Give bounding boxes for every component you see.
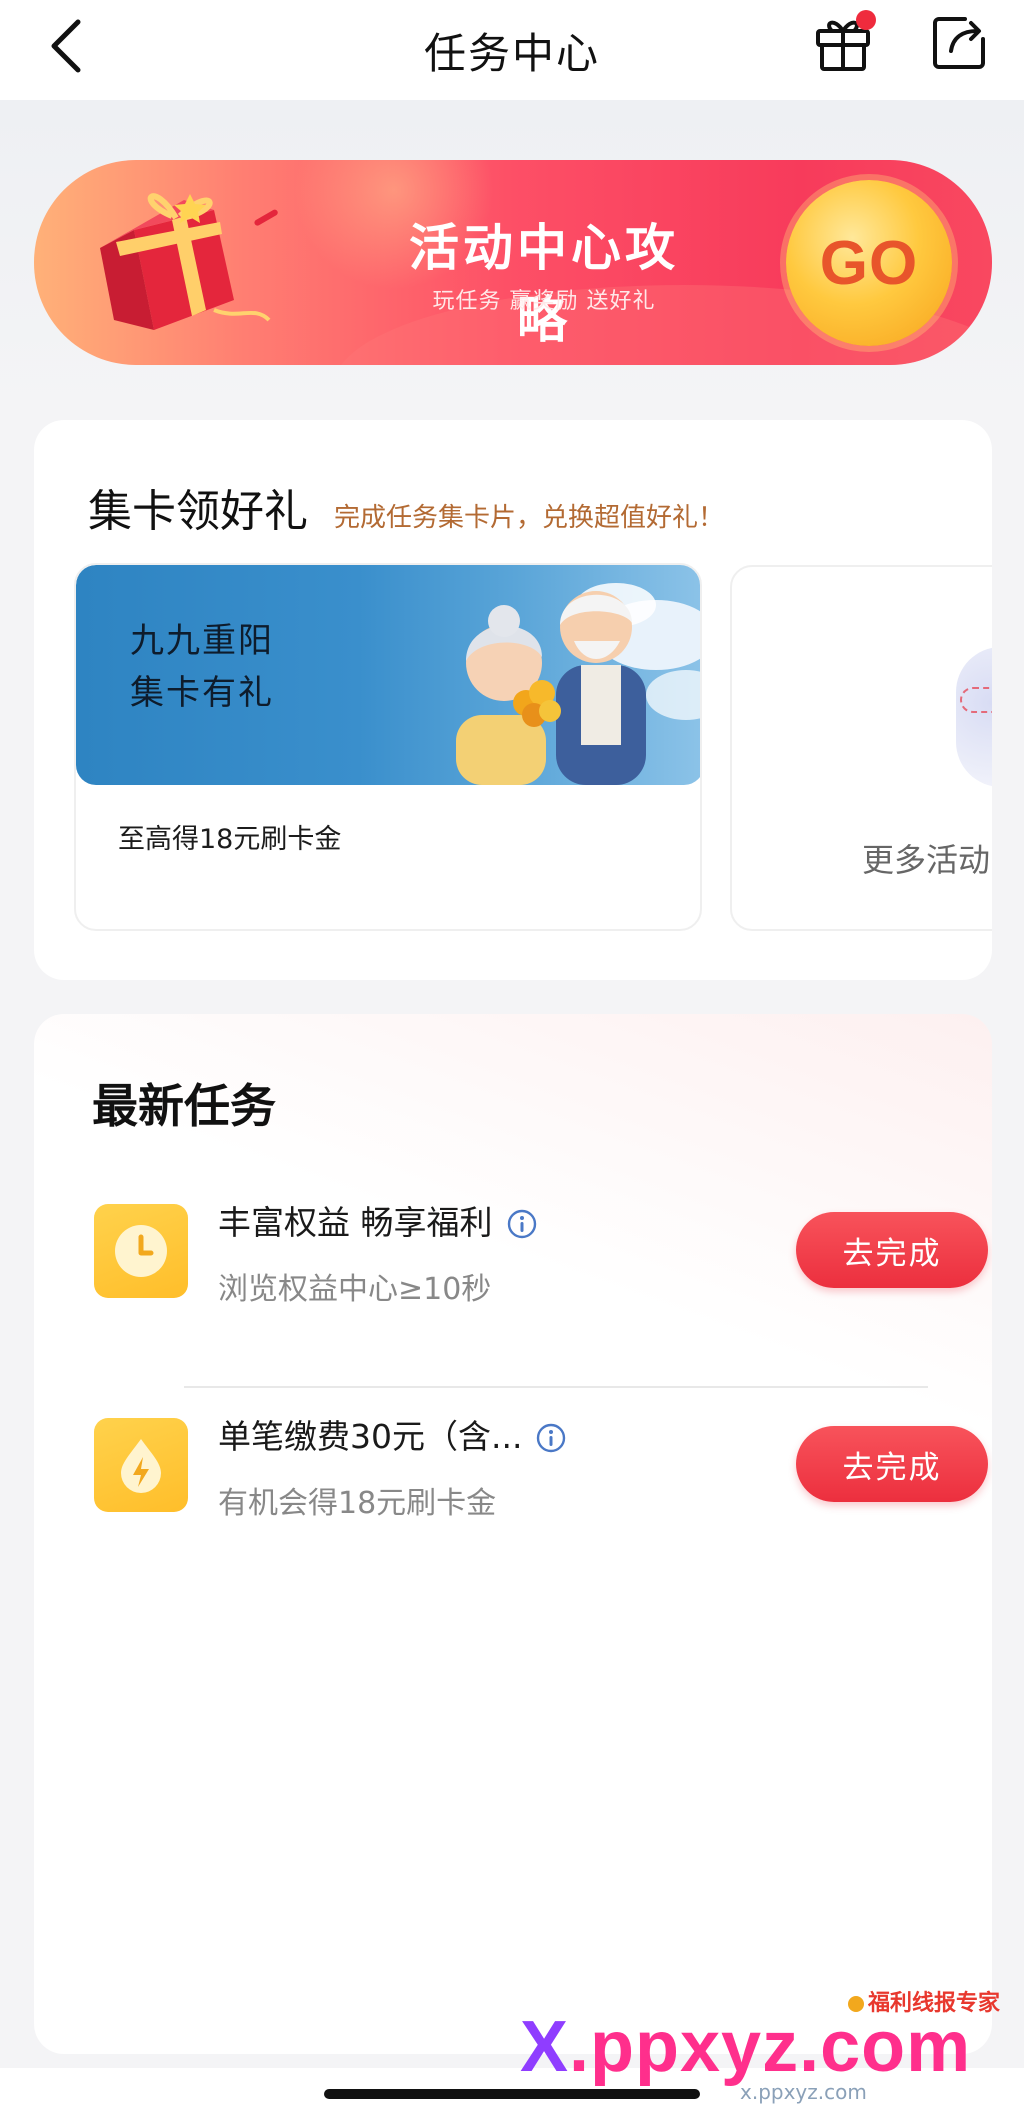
card-section-header: 集卡领好礼 完成任务集卡片，兑换超值好礼！ xyxy=(88,475,724,539)
back-icon xyxy=(51,19,81,73)
go-button-label: GO xyxy=(819,228,919,298)
clock-icon xyxy=(115,1225,167,1277)
task-icon-tile xyxy=(94,1204,188,1298)
task-title-text: 单笔缴费30元（含... xyxy=(218,1417,523,1456)
activity-title-line1: 九九重阳 xyxy=(130,621,274,661)
gift-button[interactable] xyxy=(808,8,878,78)
task-row: 单笔缴费30元（含... 有机会得18元刷卡金 去完成 xyxy=(94,1417,988,1558)
card-collection-section: 集卡领好礼 完成任务集卡片，兑换超值好礼！ 九九重阳 集卡有礼 至高得18元刷卡… xyxy=(34,420,992,980)
watermark-logo: X.ppxyz.com xyxy=(520,2006,971,2088)
task-title: 单笔缴费30元（含... xyxy=(218,1410,566,1458)
activity-reward-text: 至高得18元刷卡金 xyxy=(118,824,342,855)
gift-box-illustration xyxy=(100,193,278,330)
more-activities-illustration xyxy=(956,647,992,787)
banner-subtitle: 玩任务 赢奖励 送好礼 xyxy=(432,289,656,314)
task-icon-tile xyxy=(94,1418,188,1512)
more-activities-card[interactable]: 更多活动 xyxy=(730,565,992,931)
back-button[interactable] xyxy=(36,16,96,76)
task-description: 浏览权益中心≥10秒 xyxy=(218,1272,492,1307)
info-icon[interactable] xyxy=(507,1209,537,1239)
activity-card-double-ninth[interactable]: 九九重阳 集卡有礼 至高得18元刷卡金 xyxy=(74,563,702,931)
home-indicator[interactable] xyxy=(324,2089,700,2099)
task-title: 丰富权益 畅享福利 xyxy=(218,1196,537,1244)
task-title-text: 丰富权益 畅享福利 xyxy=(218,1203,493,1242)
share-button[interactable] xyxy=(924,8,994,78)
banner-title: 活动中心攻略 xyxy=(409,219,679,349)
latest-tasks-section: 最新任务 丰富权益 畅享福利 浏览权益中心≥10秒 去完成 单笔缴费30元（含.… xyxy=(34,1014,992,2054)
card-section-description: 完成任务集卡片，兑换超值好礼！ xyxy=(334,503,725,533)
more-activities-decor xyxy=(960,687,992,713)
task-row: 丰富权益 畅享福利 浏览权益中心≥10秒 去完成 xyxy=(94,1203,988,1344)
activity-title-line2: 集卡有礼 xyxy=(130,673,274,713)
tasks-title: 最新任务 xyxy=(92,1079,276,1133)
info-icon[interactable] xyxy=(536,1423,566,1453)
more-activities-label: 更多活动 xyxy=(862,841,991,879)
share-icon xyxy=(933,17,985,69)
go-button[interactable]: GO xyxy=(786,180,952,346)
activity-card-title: 九九重阳 集卡有礼 xyxy=(130,615,274,719)
task-description: 有机会得18元刷卡金 xyxy=(218,1486,497,1521)
complete-task-button[interactable]: 去完成 xyxy=(796,1212,988,1288)
notification-badge xyxy=(856,10,876,30)
card-section-title: 集卡领好礼 xyxy=(88,486,308,537)
page-title: 任务中心 xyxy=(423,28,600,78)
activity-card-banner: 九九重阳 集卡有礼 xyxy=(76,565,700,785)
watermark-subtext: x.ppxyz.com xyxy=(740,2080,867,2104)
complete-task-button[interactable]: 去完成 xyxy=(796,1426,988,1502)
lightning-drop-icon xyxy=(121,1439,161,1493)
top-nav-bar: 任务中心 xyxy=(0,0,1024,100)
elderly-couple-illustration xyxy=(456,583,700,785)
watermark-x: X xyxy=(520,2007,570,2087)
strategy-banner[interactable]: 活动中心攻略 玩任务 赢奖励 送好礼 GO xyxy=(34,160,992,365)
task-divider xyxy=(184,1386,928,1388)
watermark-domain: .ppxyz.com xyxy=(569,2007,972,2087)
